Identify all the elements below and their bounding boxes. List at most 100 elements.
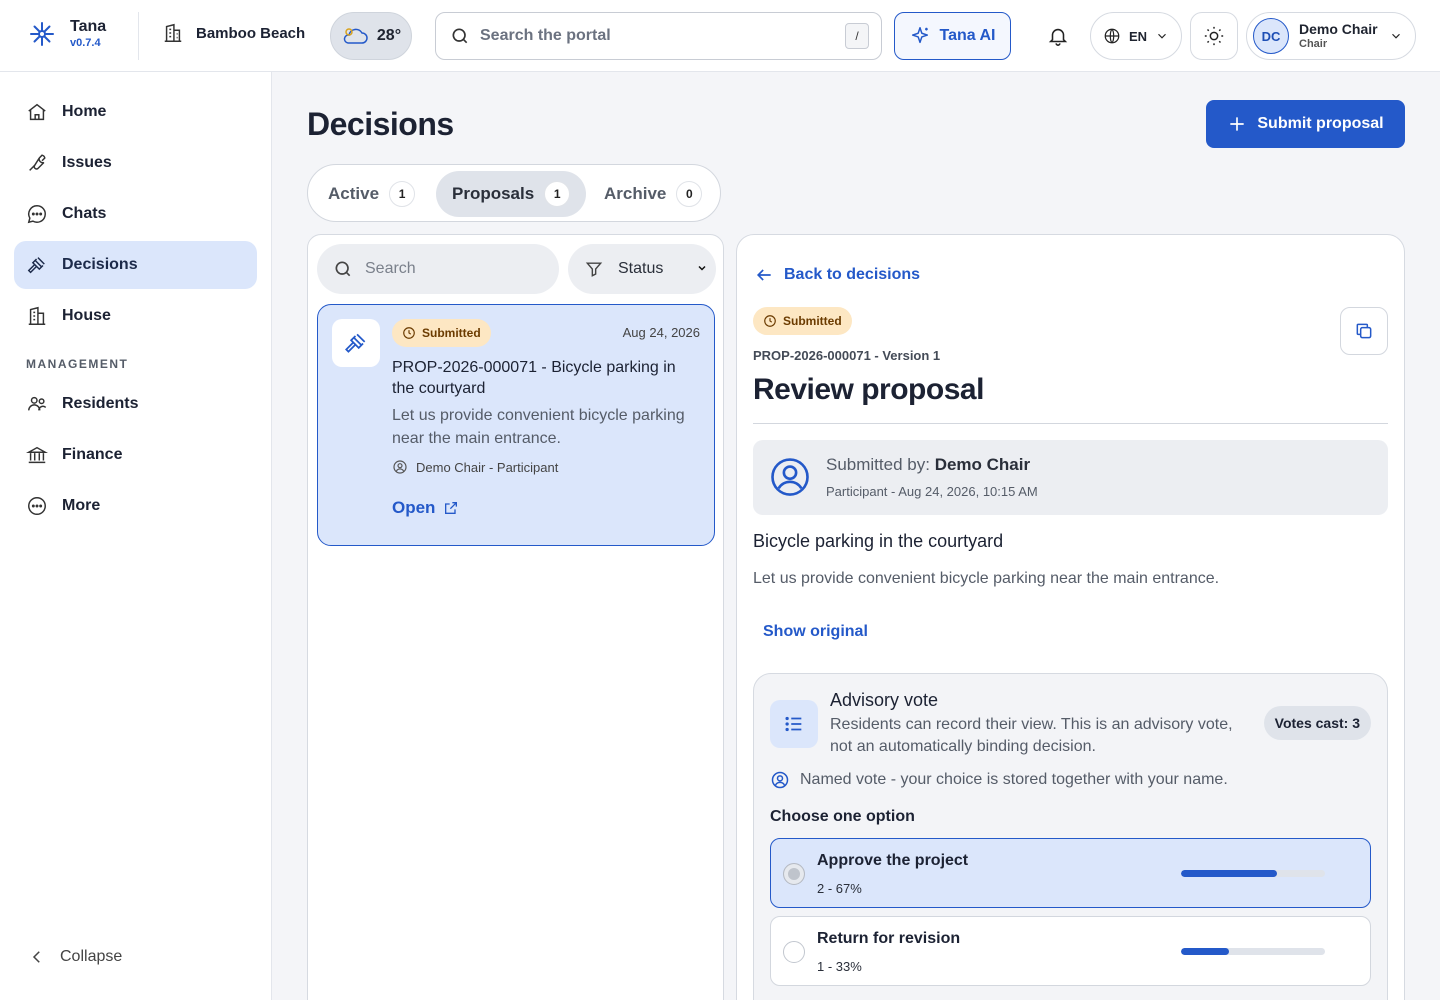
weather-widget[interactable]: 28° bbox=[330, 12, 412, 60]
people-icon bbox=[26, 393, 48, 415]
gavel-icon bbox=[26, 254, 48, 276]
sidebar-item-chats[interactable]: Chats bbox=[14, 190, 257, 238]
votes-cast-badge: Votes cast: 3 bbox=[1263, 706, 1371, 740]
temperature: 28° bbox=[376, 27, 402, 44]
user-circle-icon bbox=[770, 770, 790, 790]
proposal-search[interactable]: Search bbox=[317, 244, 559, 294]
sidebar-item-label: Finance bbox=[62, 446, 123, 463]
bell-icon bbox=[1047, 25, 1069, 47]
chevron-down-icon bbox=[1389, 29, 1403, 43]
proposal-card[interactable]: Submitted Aug 24, 2026 PROP-2026-000071 … bbox=[317, 304, 715, 546]
card-date: Aug 24, 2026 bbox=[622, 325, 700, 340]
brand-version: v0.7.4 bbox=[70, 37, 101, 49]
building-selector[interactable]: Bamboo Beach bbox=[162, 22, 305, 44]
copy-button[interactable] bbox=[1340, 307, 1388, 355]
chevron-down-icon bbox=[1155, 29, 1169, 43]
vote-radio[interactable] bbox=[783, 941, 805, 963]
sidebar-item-residents[interactable]: Residents bbox=[14, 380, 257, 428]
tab-count: 0 bbox=[676, 181, 703, 207]
card-title: PROP-2026-000071 - Bicycle parking in th… bbox=[392, 359, 676, 397]
open-proposal-link[interactable]: Open bbox=[392, 498, 459, 518]
vote-option-revise[interactable]: Return for revision 1 - 33% bbox=[770, 916, 1371, 986]
proposal-list-panel: Search Status Submitted Aug 24, 2026 PRO… bbox=[307, 234, 724, 1000]
status-badge-label: Submitted bbox=[783, 314, 842, 328]
brand-logo[interactable]: Tana v0.7.4 bbox=[28, 18, 106, 50]
sidebar: Home Issues Chats Decisions House MANAGE… bbox=[0, 72, 272, 1000]
vote-option-stat: 2 - 67% bbox=[817, 881, 862, 896]
search-shortcut-key: / bbox=[845, 23, 869, 49]
status-filter[interactable]: Status bbox=[568, 244, 716, 294]
sparkle-icon bbox=[909, 25, 931, 47]
sidebar-item-decisions[interactable]: Decisions bbox=[14, 241, 257, 289]
collapse-sidebar-button[interactable]: Collapse bbox=[28, 948, 122, 966]
tana-logo-icon bbox=[28, 20, 56, 48]
sidebar-item-home[interactable]: Home bbox=[14, 88, 257, 136]
vote-title: Advisory vote bbox=[830, 690, 939, 710]
submitted-by-label: Submitted by: bbox=[826, 455, 930, 474]
proposal-reference: PROP-2026-000071 - Version 1 bbox=[753, 348, 941, 363]
user-menu[interactable]: DC Demo Chair Chair bbox=[1246, 12, 1416, 60]
vote-progress-fill bbox=[1181, 870, 1278, 877]
submitter-info: Submitted by: Demo Chair Participant - A… bbox=[753, 440, 1388, 515]
cloud-sun-icon bbox=[341, 25, 369, 47]
copy-icon bbox=[1354, 321, 1374, 341]
chevron-down-icon bbox=[696, 262, 708, 274]
show-original-link[interactable]: Show original bbox=[763, 623, 868, 641]
submit-proposal-button[interactable]: Submit proposal bbox=[1206, 100, 1405, 148]
tab-count: 1 bbox=[389, 181, 416, 207]
vote-progress-fill bbox=[1181, 948, 1229, 955]
tab-label: Active bbox=[328, 184, 380, 203]
vote-progress-bar bbox=[1181, 870, 1325, 877]
sidebar-item-finance[interactable]: Finance bbox=[14, 431, 257, 479]
user-name: Demo Chair bbox=[1299, 21, 1378, 37]
clock-icon bbox=[402, 326, 416, 340]
header-divider bbox=[138, 12, 139, 60]
card-description: Let us provide convenient bicycle parkin… bbox=[392, 407, 685, 447]
sidebar-item-issues[interactable]: Issues bbox=[14, 139, 257, 187]
language-selector[interactable]: EN bbox=[1090, 12, 1182, 60]
vote-radio[interactable] bbox=[783, 863, 805, 885]
clock-icon bbox=[763, 314, 777, 328]
proposal-title: Bicycle parking in the courtyard bbox=[753, 531, 1004, 551]
theme-toggle[interactable] bbox=[1190, 12, 1238, 60]
search-icon bbox=[450, 26, 470, 46]
sidebar-item-label: Issues bbox=[62, 154, 112, 171]
status-badge: Submitted bbox=[392, 319, 491, 347]
chat-icon bbox=[26, 203, 48, 225]
search-input[interactable]: Search the portal bbox=[480, 27, 835, 45]
tab-active[interactable]: Active 1 bbox=[312, 171, 431, 217]
proposal-description: Let us provide convenient bicycle parkin… bbox=[753, 570, 1220, 587]
main-content: Decisions Submit proposal Active 1 Propo… bbox=[272, 72, 1440, 1000]
notifications-button[interactable] bbox=[1040, 18, 1076, 54]
status-filter-label: Status bbox=[618, 260, 664, 277]
open-label: Open bbox=[392, 498, 436, 517]
globe-icon bbox=[1103, 27, 1121, 45]
back-to-decisions-link[interactable]: Back to decisions bbox=[754, 265, 920, 285]
arrow-left-icon bbox=[754, 265, 774, 285]
sidebar-item-more[interactable]: More bbox=[14, 482, 257, 530]
proposal-detail-panel: Back to decisions Submitted PROP-2026-00… bbox=[736, 234, 1405, 1000]
divider bbox=[753, 423, 1388, 424]
sidebar-item-label: Home bbox=[62, 103, 107, 120]
vote-option-label: Return for revision bbox=[817, 930, 961, 947]
list-icon bbox=[770, 700, 818, 748]
portal-search[interactable]: Search the portal / bbox=[435, 12, 882, 60]
sidebar-item-label: Chats bbox=[62, 205, 107, 222]
tab-proposals[interactable]: Proposals 1 bbox=[436, 171, 587, 217]
user-circle-icon bbox=[769, 456, 811, 498]
sidebar-item-label: House bbox=[62, 307, 111, 324]
plus-icon bbox=[1227, 114, 1247, 134]
sidebar-item-house[interactable]: House bbox=[14, 292, 257, 340]
tana-ai-button[interactable]: Tana AI bbox=[894, 12, 1011, 60]
submitted-by: Submitted by: Demo Chair bbox=[826, 455, 1030, 475]
vote-option-label: Approve the project bbox=[817, 852, 969, 869]
vote-option-stat: 1 - 33% bbox=[817, 959, 862, 974]
more-icon bbox=[26, 495, 48, 517]
sidebar-item-label: Residents bbox=[62, 395, 139, 412]
gavel-icon bbox=[332, 319, 380, 367]
vote-option-approve[interactable]: Approve the project 2 - 67% bbox=[770, 838, 1371, 908]
tab-archive[interactable]: Archive 0 bbox=[588, 171, 718, 217]
building-icon bbox=[26, 305, 48, 327]
submitted-meta: Participant - Aug 24, 2026, 10:15 AM bbox=[826, 484, 1038, 499]
search-input[interactable]: Search bbox=[365, 260, 416, 278]
